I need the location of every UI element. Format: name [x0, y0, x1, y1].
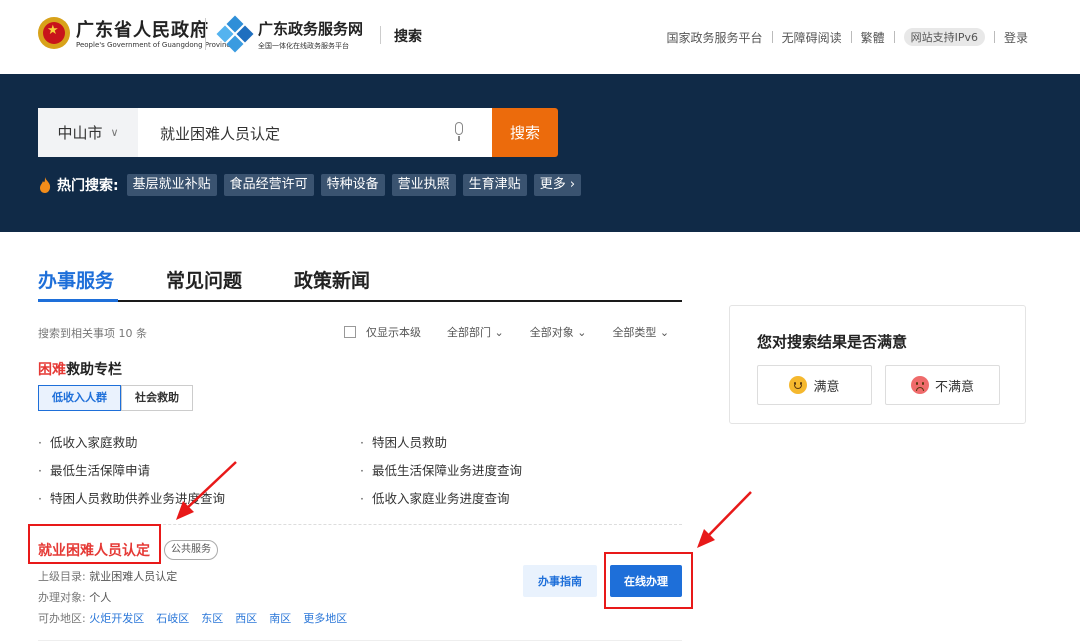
dept-filter[interactable]: 全部部门 ⌄ — [447, 324, 504, 340]
portal-name[interactable]: 广东政务服务网 — [258, 18, 363, 39]
target-label: 办理对象: — [38, 591, 86, 604]
unsatisfied-label: 不满意 — [934, 379, 974, 395]
service-guide-button[interactable]: 办事指南 — [523, 565, 597, 597]
hot-tag[interactable]: 特种设备 — [320, 174, 385, 196]
area-link[interactable]: 南区 — [269, 612, 291, 625]
header-divider-2 — [380, 26, 381, 44]
header-divider — [205, 18, 206, 50]
tab-policy-news[interactable]: 政策新闻 — [294, 266, 370, 293]
page-title: 搜索 — [394, 29, 422, 45]
chevron-down-icon: ∨ — [110, 126, 119, 139]
unsatisfied-button[interactable]: 不满意 — [885, 365, 1000, 405]
annotation-arrow-right — [697, 491, 752, 548]
hot-search-label: 热门搜索: — [57, 178, 119, 194]
link-national-platform[interactable]: 国家政务服务平台 — [667, 29, 763, 46]
search-input[interactable]: 就业困难人员认定 — [160, 123, 280, 144]
satisfaction-title: 您对搜索结果是否满意 — [757, 333, 908, 351]
link-accessibility[interactable]: 无障碍阅读 — [782, 29, 842, 46]
link-divider — [850, 31, 852, 43]
satisfied-button[interactable]: 满意 — [757, 365, 872, 405]
hot-tag[interactable]: 生育津贴 — [462, 174, 527, 196]
list-item[interactable]: 特困人员救助 — [360, 432, 447, 451]
flame-icon — [40, 177, 51, 193]
result-target: 办理对象: 个人 — [38, 589, 111, 605]
result-tabs: 办事服务 常见问题 政策新闻 — [38, 266, 682, 302]
sad-face-icon — [910, 376, 929, 394]
annotation-highlight-title — [28, 524, 161, 564]
area-link[interactable]: 火炬开发区 — [89, 612, 144, 625]
smile-face-icon — [789, 376, 808, 394]
special-subtabs: 低收入人群 社会救助 — [38, 385, 193, 411]
special-title-highlight: 困难 — [38, 362, 66, 378]
satisfaction-panel: 您对搜索结果是否满意 满意 不满意 — [729, 305, 1026, 424]
more-areas-link[interactable]: 更多地区 — [303, 612, 347, 625]
hot-searches: 热门搜索: 基层就业补贴 食品经营许可 特种设备 营业执照 生育津贴 更多 › — [38, 174, 588, 196]
microphone-icon[interactable] — [452, 122, 466, 142]
gov-name-en: People's Government of Guangdong Provinc… — [76, 41, 235, 49]
area-link[interactable]: 西区 — [235, 612, 257, 625]
region-value: 中山市 — [57, 124, 103, 142]
annotation-highlight-online-button — [604, 552, 693, 609]
top-header: 广东省人民政府 People's Government of Guangdong… — [0, 0, 1080, 74]
active-tab-indicator — [38, 299, 118, 302]
link-divider — [893, 31, 895, 43]
area-link[interactable]: 东区 — [201, 612, 223, 625]
result-type-badge: 公共服务 — [164, 540, 218, 560]
hot-tag[interactable]: 营业执照 — [391, 174, 456, 196]
only-local-checkbox[interactable] — [344, 326, 356, 338]
filter-bar: 仅显示本级 全部部门 ⌄ 全部对象 ⌄ 全部类型 ⌄ — [344, 324, 669, 340]
guangdong-service-logo-icon — [216, 15, 254, 53]
catalog-value: 就业困难人员认定 — [89, 570, 178, 583]
search-banner: 中山市 ∨ 就业困难人员认定 搜索 热门搜索: 基层就业补贴 食品经营许可 特种… — [0, 74, 1080, 232]
search-button[interactable]: 搜索 — [492, 108, 558, 157]
login-link[interactable]: 登录 — [1004, 29, 1028, 46]
target-filter[interactable]: 全部对象 ⌄ — [530, 324, 587, 340]
tab-faq[interactable]: 常见问题 — [166, 266, 242, 293]
result-areas: 可办地区: 火炬开发区 石岐区 东区 西区 南区 更多地区 — [38, 610, 359, 626]
link-divider — [771, 31, 773, 43]
top-links: 国家政务服务平台 无障碍阅读 繁體 网站支持IPv6 登录 — [667, 28, 1028, 46]
list-item[interactable]: 低收入家庭业务进度查询 — [360, 488, 510, 507]
target-value: 个人 — [89, 591, 112, 604]
link-divider — [993, 31, 995, 43]
subtab-low-income[interactable]: 低收入人群 — [38, 385, 121, 411]
result-count: 搜索到相关事项 10 条 — [38, 327, 147, 340]
national-emblem-icon — [38, 17, 70, 49]
more-hot-tags-button[interactable]: 更多 › — [533, 174, 582, 196]
catalog-label: 上级目录: — [38, 570, 86, 583]
special-title-rest: 救助专栏 — [66, 362, 122, 378]
only-local-label[interactable]: 仅显示本级 — [366, 324, 421, 340]
result-catalog: 上级目录: 就业困难人员认定 — [38, 568, 177, 584]
type-filter[interactable]: 全部类型 ⌄ — [612, 324, 669, 340]
satisfied-label: 满意 — [813, 379, 840, 395]
list-item[interactable]: 最低生活保障业务进度查询 — [360, 460, 522, 479]
list-item[interactable]: 最低生活保障申请 — [38, 460, 150, 479]
list-item[interactable]: 特困人员救助供养业务进度查询 — [38, 488, 225, 507]
portal-subtitle: 全国一体化在线政务服务平台 — [258, 42, 349, 50]
tab-services[interactable]: 办事服务 — [38, 266, 114, 293]
search-box: 中山市 ∨ 就业困难人员认定 — [38, 108, 492, 157]
result-divider — [38, 640, 682, 641]
gov-name[interactable]: 广东省人民政府 — [76, 16, 209, 42]
list-item[interactable]: 低收入家庭救助 — [38, 432, 138, 451]
subtab-social-aid[interactable]: 社会救助 — [121, 385, 193, 411]
special-column-title: 困难救助专栏 — [38, 359, 122, 379]
region-select[interactable]: 中山市 ∨ — [38, 108, 138, 157]
area-label: 可办地区: — [38, 612, 86, 625]
hot-tag[interactable]: 食品经营许可 — [223, 174, 314, 196]
hot-tag[interactable]: 基层就业补贴 — [126, 174, 217, 196]
link-traditional-chinese[interactable]: 繁體 — [861, 29, 885, 46]
ipv6-badge: 网站支持IPv6 — [903, 28, 985, 46]
area-link[interactable]: 石岐区 — [156, 612, 189, 625]
